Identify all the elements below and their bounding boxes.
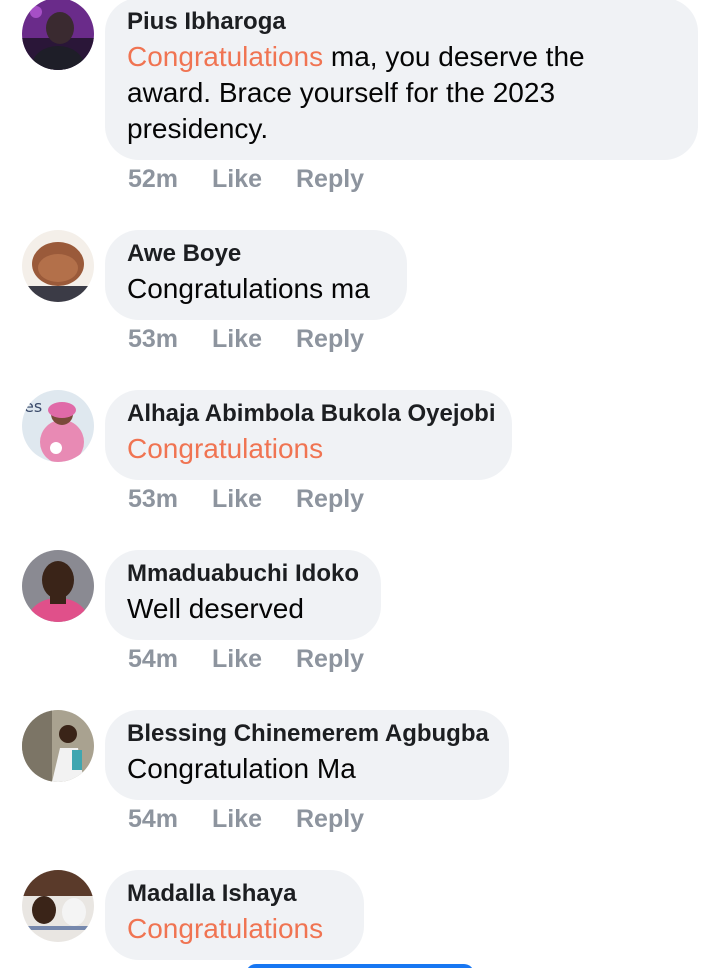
comment-bubble: Pius Ibharoga Congratulations ma, you de… — [105, 0, 698, 160]
avatar-icon — [22, 550, 94, 622]
like-button[interactable]: Like — [212, 325, 296, 354]
comment-author[interactable]: Mmaduabuchi Idoko — [127, 559, 359, 589]
comment-bubble: Alhaja Abimbola Bukola Oyejobi Congratul… — [105, 390, 512, 480]
comment-text: Congratulations ma, you deserve the awar… — [127, 39, 676, 147]
comment-author[interactable]: Awe Boye — [127, 239, 385, 269]
comment-actions: 52m Like Reply — [128, 165, 364, 194]
comment-text: Well deserved — [127, 591, 359, 627]
comment-timestamp: 54m — [128, 645, 179, 673]
comment-author[interactable]: Alhaja Abimbola Bukola Oyejobi — [127, 399, 496, 429]
user-avatar[interactable] — [22, 0, 94, 70]
comment-bubble: Blessing Chinemerem Agbugba Congratulati… — [105, 710, 509, 800]
comment-actions: 54m Like Reply — [128, 805, 364, 834]
reply-button[interactable]: Reply — [296, 165, 364, 194]
user-avatar[interactable] — [22, 230, 94, 302]
comment-author[interactable]: Madalla Ishaya — [127, 879, 342, 909]
partial-blue-button[interactable] — [246, 964, 474, 968]
reply-button[interactable]: Reply — [296, 485, 364, 514]
comment-bubble: Mmaduabuchi Idoko Well deserved — [105, 550, 381, 640]
comment-text: Congratulations ma — [127, 271, 385, 307]
comment-body: Well deserved — [127, 593, 304, 624]
comment-actions: 54m Like Reply — [128, 645, 364, 674]
svg-text:es: es — [24, 397, 42, 416]
comment-author[interactable]: Blessing Chinemerem Agbugba — [127, 719, 489, 749]
comment-timestamp: 53m — [128, 485, 179, 513]
avatar-icon — [22, 710, 94, 782]
user-avatar[interactable] — [22, 870, 94, 942]
avatar-icon: es — [22, 390, 94, 462]
user-avatar[interactable]: es — [22, 390, 94, 462]
comment-body: Congratulation Ma — [127, 753, 356, 784]
avatar-icon — [22, 870, 94, 942]
comment-bubble: Awe Boye Congratulations ma — [105, 230, 407, 320]
avatar-icon — [22, 230, 94, 302]
like-button[interactable]: Like — [212, 485, 296, 514]
like-button[interactable]: Like — [212, 645, 296, 674]
highlighted-text: Congratulations — [127, 433, 324, 464]
user-avatar[interactable] — [22, 550, 94, 622]
comment-timestamp: 52m — [128, 165, 179, 193]
avatar-icon — [22, 0, 94, 70]
like-button[interactable]: Like — [212, 805, 296, 834]
comment-text: Congratulations — [127, 431, 490, 467]
comment-actions: 53m Like Reply — [128, 485, 364, 514]
reply-button[interactable]: Reply — [296, 325, 364, 354]
comment-bubble: Madalla Ishaya Congratulations — [105, 870, 364, 960]
comment-timestamp: 54m — [128, 805, 179, 833]
user-avatar[interactable] — [22, 710, 94, 782]
comment-text: Congratulation Ma — [127, 751, 487, 787]
reply-button[interactable]: Reply — [296, 805, 364, 834]
comment-actions: 53m Like Reply — [128, 325, 364, 354]
reply-button[interactable]: Reply — [296, 645, 364, 674]
comment-body: Congratulations ma — [127, 273, 370, 304]
highlighted-text: Congratulations — [127, 913, 324, 944]
comment-timestamp: 53m — [128, 325, 179, 353]
highlighted-text: Congratulations — [127, 41, 324, 72]
like-button[interactable]: Like — [212, 165, 296, 194]
comment-author[interactable]: Pius Ibharoga — [127, 7, 676, 37]
comment-text: Congratulations — [127, 911, 342, 947]
comment-feed: Pius Ibharoga Congratulations ma, you de… — [0, 0, 716, 968]
